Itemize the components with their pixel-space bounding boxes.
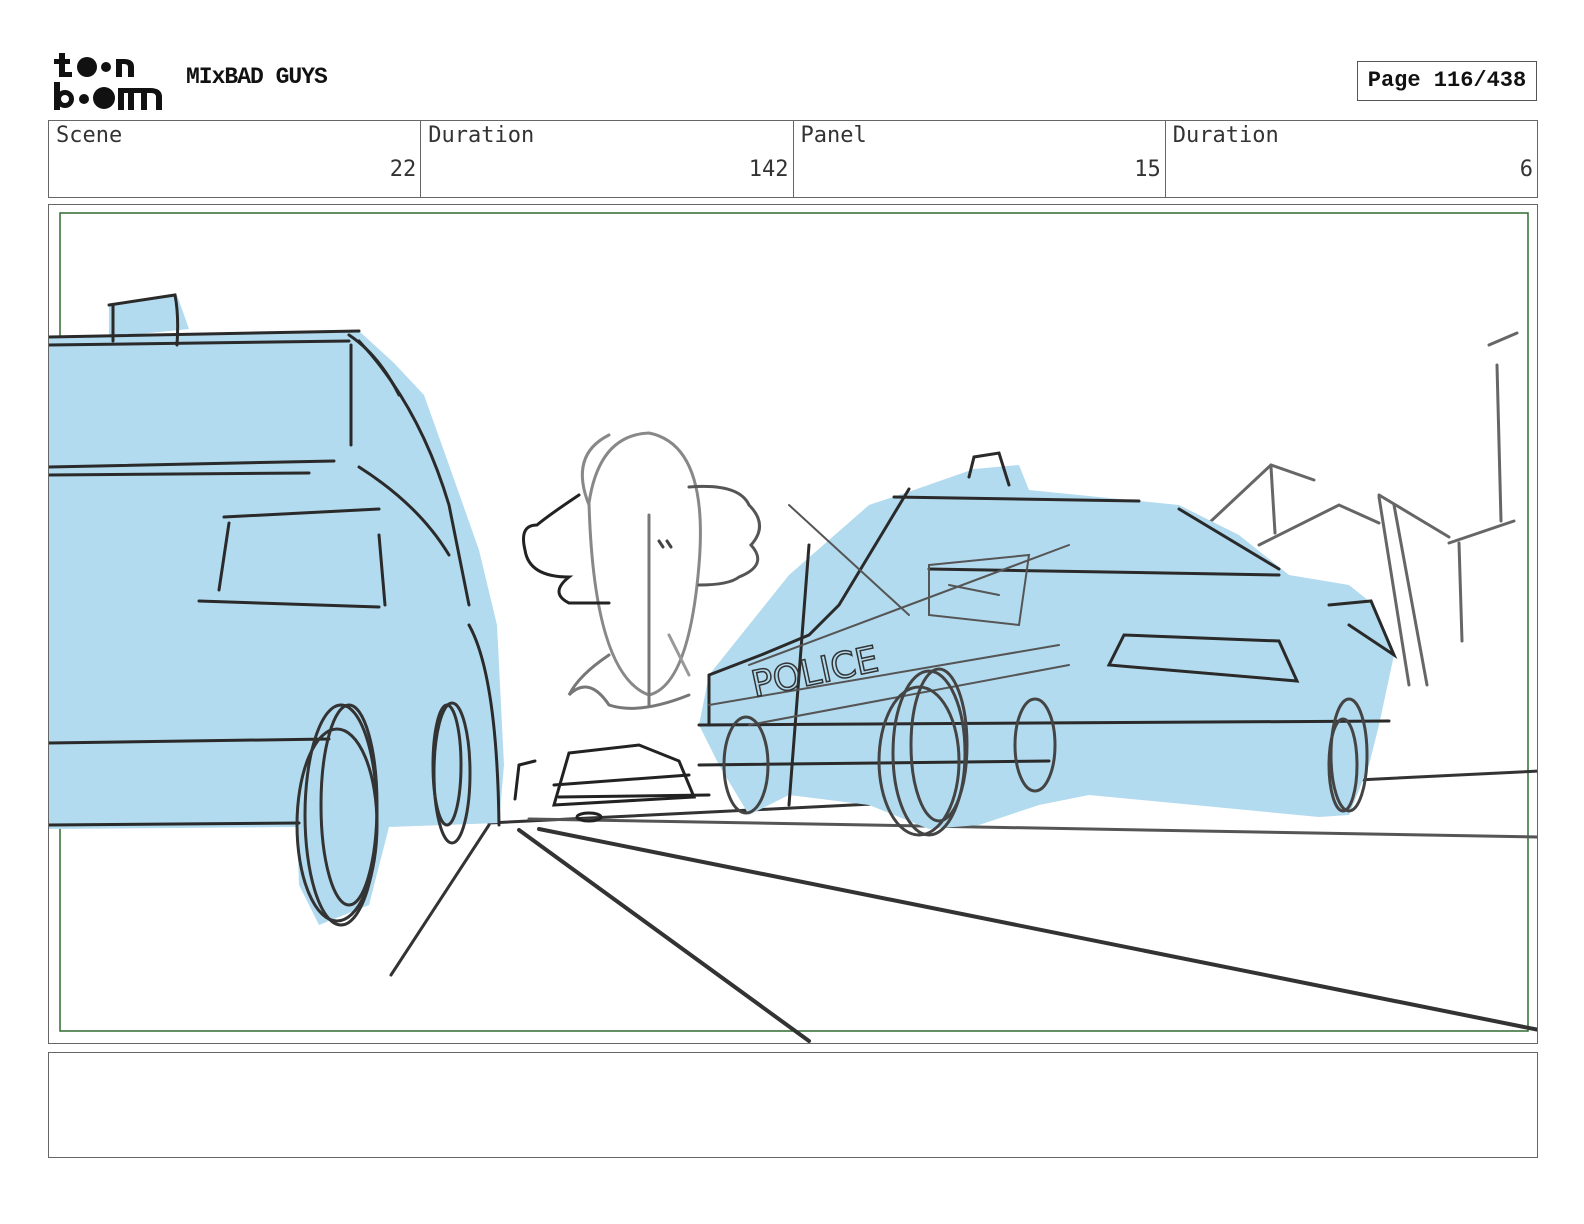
toonboom-logo-icon	[54, 53, 162, 110]
scene-label: Scene	[56, 123, 123, 148]
panel-label: Panel	[800, 123, 867, 148]
right-police-car: POLICE	[697, 451, 1398, 837]
left-police-car	[49, 293, 504, 927]
panel-duration-value: 6	[1519, 157, 1533, 182]
notes-box	[48, 1052, 1538, 1158]
panel-duration-cell: Duration 6	[1164, 121, 1537, 197]
panel-duration-label: Duration	[1172, 123, 1279, 148]
distant-car-sketch	[513, 743, 711, 823]
storyboard-panel: POLICE	[48, 204, 1538, 1044]
page-number: Page 116/438	[1357, 61, 1537, 101]
scene-cell: Scene 22	[49, 121, 420, 197]
scene-value: 22	[389, 157, 417, 182]
panel-value: 15	[1134, 157, 1161, 182]
scene-duration-label: Duration	[428, 123, 535, 148]
panel-cell: Panel 15	[792, 121, 1165, 197]
storyboard-drawing: POLICE	[49, 212, 1537, 1043]
panel-info-row: Scene 22 Duration 142 Panel 15 Duration …	[48, 120, 1538, 198]
project-title: MIxBAD GUYS	[186, 64, 328, 90]
scene-duration-value: 142	[748, 157, 789, 182]
scene-duration-cell: Duration 142	[420, 121, 792, 197]
